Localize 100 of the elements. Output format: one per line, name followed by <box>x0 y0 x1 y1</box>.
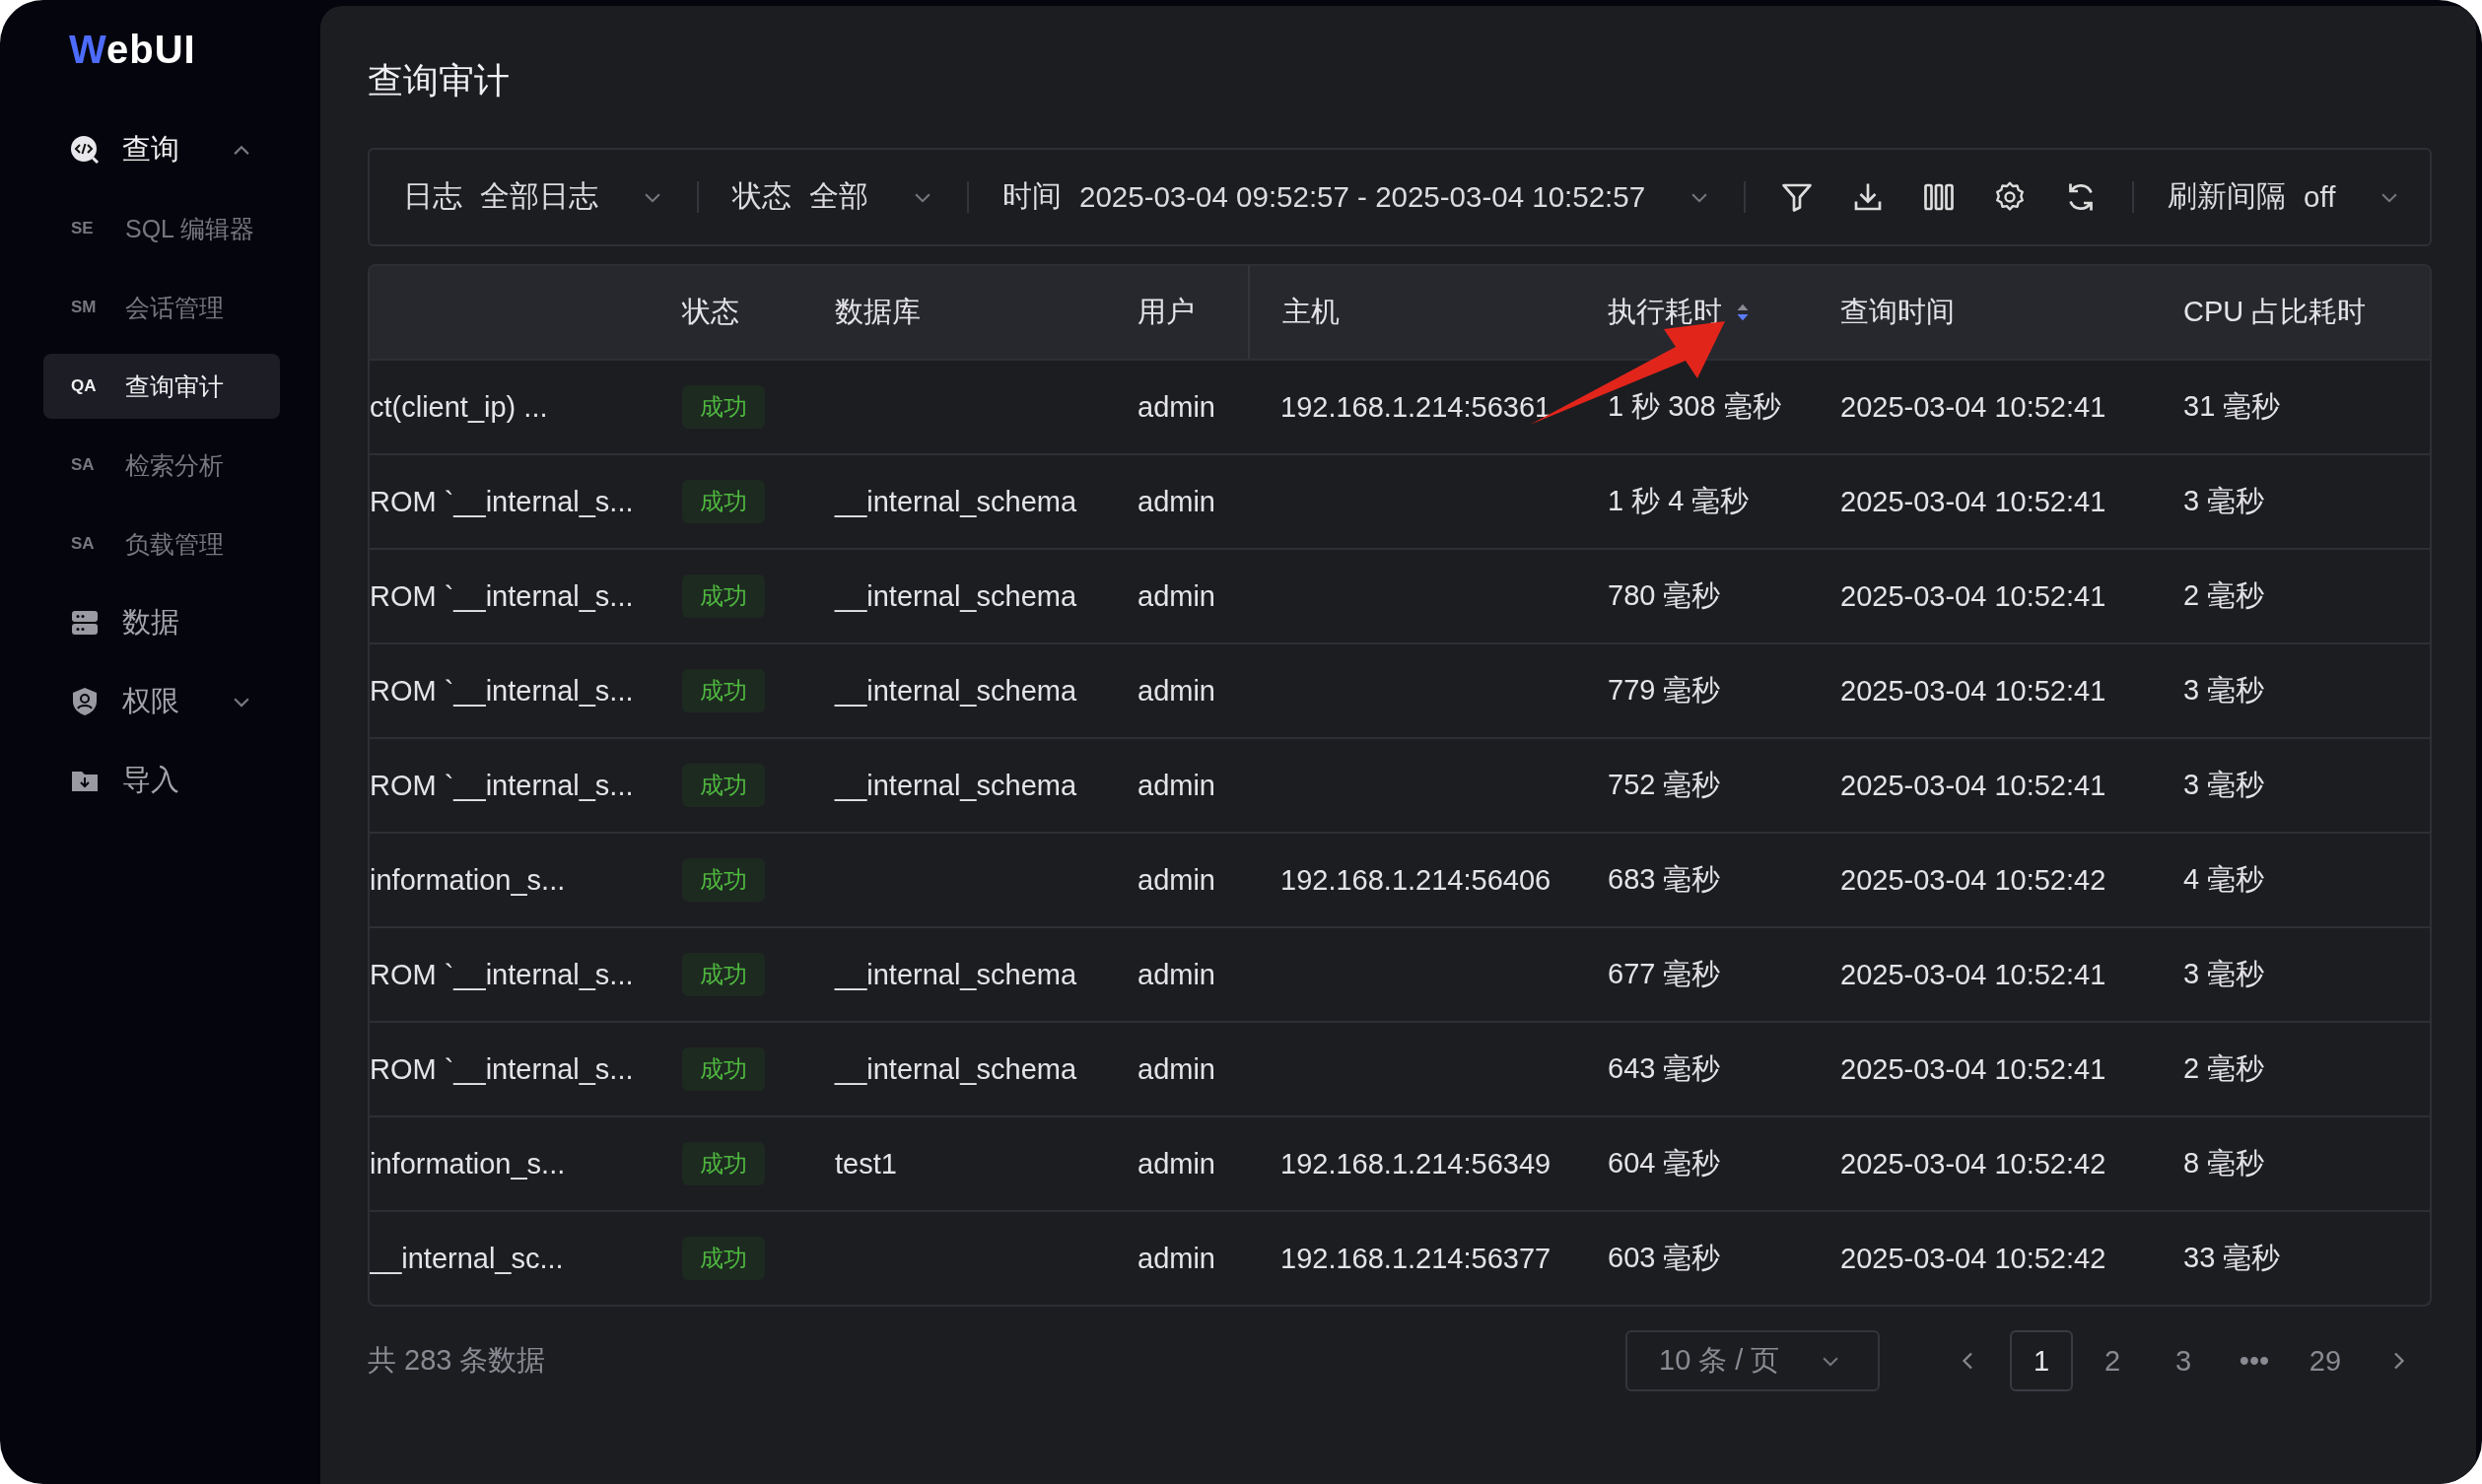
table-cell: admin <box>1138 1147 1215 1180</box>
table-cell-text: 1 秒 4 毫秒 <box>1608 484 1750 518</box>
status-tag: 成功 <box>682 574 765 618</box>
table-cell: ROM `__internal_s... <box>370 1052 634 1086</box>
table-cell: admin <box>1138 390 1215 424</box>
table-cell: 2025-03-04 10:52:41 <box>1840 579 2106 613</box>
table-cell-text: 604 毫秒 <box>1608 1146 1721 1180</box>
table-cell-text: 2 毫秒 <box>2183 578 2265 613</box>
page-button[interactable]: 2 <box>2081 1330 2144 1391</box>
table-cell: 192.168.1.214:56361 <box>1280 390 1551 424</box>
sidebar-item[interactable]: SA 负载管理 <box>43 511 280 576</box>
sidebar-group-label: 数据 <box>122 605 180 640</box>
table-cell: 2025-03-04 10:52:41 <box>1840 958 2106 991</box>
table-cell: admin <box>1138 863 1215 897</box>
page-title: 查询审计 <box>368 59 511 102</box>
table-cell: ROM `__internal_s... <box>370 958 634 991</box>
filter-dropdown[interactable]: 状态 全部 <box>732 177 933 217</box>
table-cell-text: 752 毫秒 <box>1608 768 1721 802</box>
column-header: 数据库 <box>835 295 921 329</box>
column-header: CPU 占比耗时 <box>2183 295 2367 329</box>
table-cell-text: 2 毫秒 <box>2183 1051 2265 1086</box>
sidebar-group[interactable]: 导入 <box>0 741 320 820</box>
page-button[interactable]: 29 <box>2294 1330 2357 1391</box>
table-cell: 2025-03-04 10:52:42 <box>1840 1147 2106 1180</box>
table-cell-text: 33 毫秒 <box>2183 1241 2281 1275</box>
column-header: 用户 <box>1138 295 1195 329</box>
table-cell: 192.168.1.214:56406 <box>1280 863 1551 897</box>
table-cell: admin <box>1138 485 1215 518</box>
sidebar-item[interactable]: QA 查询审计 <box>43 354 280 419</box>
table-cell: 2025-03-04 10:52:41 <box>1840 769 2106 802</box>
sidebar-group-label: 权限 <box>122 684 180 718</box>
table-cell: __internal_schema <box>835 579 1077 613</box>
table-cell: 2025-03-04 10:52:41 <box>1840 1052 2106 1086</box>
refresh-interval-dropdown[interactable]: 刷新间隔 off <box>2168 177 2401 217</box>
status-tag: 成功 <box>682 669 765 712</box>
table-cell: ROM `__internal_s... <box>370 769 634 802</box>
table-cell: admin <box>1138 1052 1215 1086</box>
table-cell-text: 677 毫秒 <box>1608 957 1721 991</box>
page-button[interactable]: 1 <box>2010 1330 2073 1391</box>
table-cell: admin <box>1138 958 1215 991</box>
status-tag: 成功 <box>682 858 765 902</box>
table-cell-text: 779 毫秒 <box>1608 673 1721 708</box>
sidebar-item[interactable]: SE SQL 编辑器 <box>43 196 280 261</box>
table-cell-text: 603 毫秒 <box>1608 1241 1721 1275</box>
table-cell-text: 3 毫秒 <box>2183 484 2265 518</box>
column-header: 查询时间 <box>1840 295 1955 329</box>
total-count: 共 283 条数据 <box>368 1343 547 1378</box>
status-tag: 成功 <box>682 1142 765 1185</box>
table-cell: 2025-03-04 10:52:42 <box>1840 1242 2106 1275</box>
table-cell-text: 3 毫秒 <box>2183 957 2265 991</box>
table-cell: admin <box>1138 579 1215 613</box>
table-cell: 2025-03-04 10:52:41 <box>1840 485 2106 518</box>
table-cell: __internal_sc... <box>370 1242 564 1275</box>
table-cell: ROM `__internal_s... <box>370 579 634 613</box>
table-cell: 192.168.1.214:56349 <box>1280 1147 1551 1180</box>
column-header: 状态 <box>682 295 739 329</box>
table-cell-text: 683 毫秒 <box>1608 862 1721 897</box>
column-header: 执行耗时 <box>1608 295 1722 329</box>
table-cell: 2025-03-04 10:52:41 <box>1840 390 2106 424</box>
page-button[interactable]: 3 <box>2152 1330 2215 1391</box>
table-cell: __internal_schema <box>835 485 1077 518</box>
table-cell: __internal_schema <box>835 958 1077 991</box>
sidebar-group[interactable]: 权限 <box>0 662 320 741</box>
table-cell: ROM `__internal_s... <box>370 674 634 708</box>
table-cell: admin <box>1138 769 1215 802</box>
table-cell: ct(client_ip) ... <box>370 390 548 424</box>
table-cell: ROM `__internal_s... <box>370 485 634 518</box>
sidebar-item[interactable]: SA 检索分析 <box>43 433 280 498</box>
status-tag: 成功 <box>682 1047 765 1091</box>
sidebar-group[interactable]: 查询 <box>0 110 320 189</box>
sidebar-group-label: 查询 <box>122 132 180 167</box>
table-cell: admin <box>1138 674 1215 708</box>
table-cell: information_s... <box>370 863 566 897</box>
table-cell-text: 3 毫秒 <box>2183 768 2265 802</box>
sidebar-group[interactable]: 数据 <box>0 583 320 662</box>
table-cell: __internal_schema <box>835 769 1077 802</box>
filter-dropdown[interactable]: 日志 全部日志 <box>403 177 663 217</box>
table-cell: __internal_schema <box>835 1052 1077 1086</box>
sidebar-item[interactable]: SM 会话管理 <box>43 275 280 340</box>
table-cell-text: 8 毫秒 <box>2183 1146 2265 1180</box>
sidebar-group-label: 导入 <box>122 763 180 797</box>
page-size-dropdown[interactable]: 10 条 / 页 <box>1625 1330 1880 1391</box>
table-cell-text: 643 毫秒 <box>1608 1051 1721 1086</box>
page-button[interactable]: ••• <box>2223 1330 2286 1391</box>
sort-icon[interactable] <box>1736 302 1750 323</box>
code-icon <box>69 134 101 166</box>
filter-dropdown[interactable]: 时间 2025-03-04 09:52:57 - 2025-03-04 10:52:57 <box>1002 177 1711 217</box>
logo: WebUI <box>69 28 197 73</box>
table-cell: information_s... <box>370 1147 566 1180</box>
table-cell-text: 780 毫秒 <box>1608 578 1721 613</box>
status-tag: 成功 <box>682 480 765 523</box>
table-cell-text: 4 毫秒 <box>2183 862 2265 897</box>
status-tag: 成功 <box>682 953 765 996</box>
status-tag: 成功 <box>682 764 765 807</box>
table-cell: 2025-03-04 10:52:42 <box>1840 863 2106 897</box>
table-cell: __internal_schema <box>835 674 1077 708</box>
table-cell-text: 1 秒 308 毫秒 <box>1608 389 1781 424</box>
table-cell: 192.168.1.214:56377 <box>1280 1242 1551 1275</box>
table-cell: test1 <box>835 1147 897 1180</box>
table-cell: admin <box>1138 1242 1215 1275</box>
